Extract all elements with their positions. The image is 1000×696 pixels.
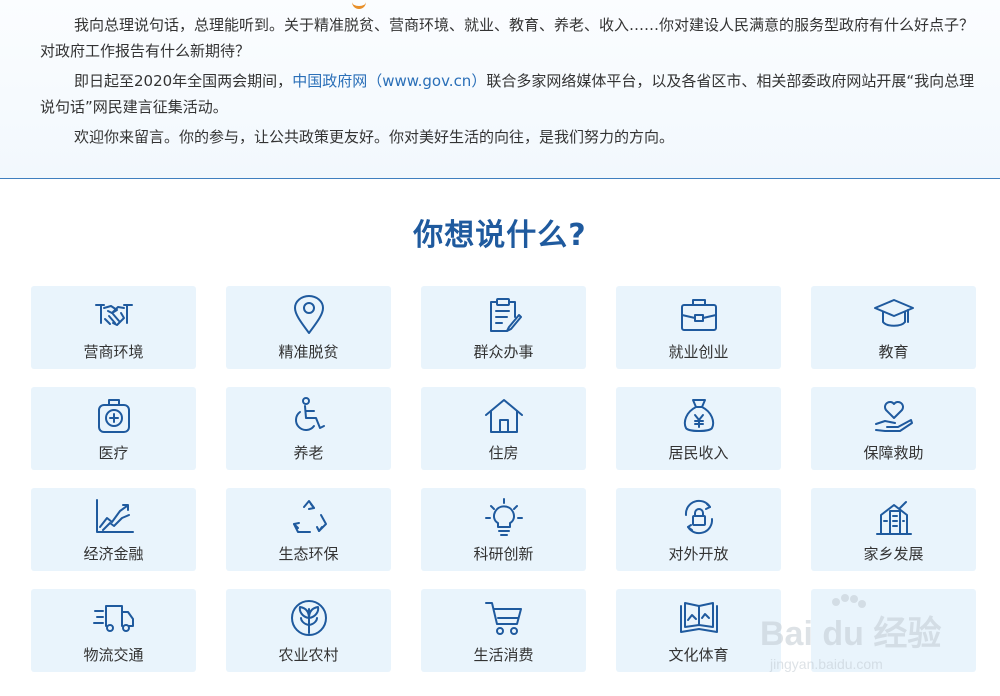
- handshake-icon: [93, 295, 135, 335]
- leaf-circle-icon: [288, 598, 330, 638]
- graduation-cap-icon: [873, 295, 915, 335]
- category-label: 保障救助: [863, 444, 924, 462]
- category-label: 生态环保: [278, 545, 339, 563]
- category-opening-up[interactable]: 对外开放: [616, 488, 781, 571]
- category-business-environment[interactable]: 营商环境: [31, 286, 196, 369]
- category-poverty-alleviation[interactable]: 精准脱贫: [226, 286, 391, 369]
- house-icon: [483, 396, 525, 436]
- intro-paragraph-2: 即日起至2020年全国两会期间，中国政府网（www.gov.cn）联合多家网络媒…: [40, 68, 980, 120]
- recycle-icon: [288, 497, 330, 537]
- decorative-swoosh: [352, 0, 366, 9]
- briefcase-icon: [678, 295, 720, 335]
- intro-paragraph-3: 欢迎你来留言。你的参与，让公共政策更友好。你对美好生活的向往，是我们努力的方向。: [40, 124, 980, 150]
- medical-kit-icon: [93, 396, 135, 436]
- category-label: 文化体育: [668, 646, 729, 664]
- category-hometown-development[interactable]: 家乡发展: [811, 488, 976, 571]
- category-consumption[interactable]: 生活消费: [421, 589, 586, 672]
- category-public-services[interactable]: 群众办事: [421, 286, 586, 369]
- category-social-security[interactable]: 保障救助: [811, 387, 976, 470]
- category-research-innovation[interactable]: 科研创新: [421, 488, 586, 571]
- category-label: 农业农村: [278, 646, 339, 664]
- category-resident-income[interactable]: 居民收入: [616, 387, 781, 470]
- buildings-icon: [873, 497, 915, 537]
- clipboard-pen-icon: [483, 295, 525, 335]
- category-label: 科研创新: [473, 545, 534, 563]
- category-label: 养老: [293, 444, 324, 462]
- category-housing[interactable]: 住房: [421, 387, 586, 470]
- category-label: 生活消费: [473, 646, 534, 664]
- trend-chart-icon: [93, 497, 135, 537]
- category-label: 对外开放: [668, 545, 729, 563]
- category-label: 居民收入: [668, 444, 729, 462]
- category-elderly-care[interactable]: 养老: [226, 387, 391, 470]
- intro-panel: 我向总理说句话，总理能听到。关于精准脱贫、营商环境、就业、教育、养老、收入……你…: [0, 0, 1000, 179]
- globe-lock-icon: [678, 497, 720, 537]
- category-ecology[interactable]: 生态环保: [226, 488, 391, 571]
- shopping-cart-icon: [483, 598, 525, 638]
- heart-hand-icon: [873, 396, 915, 436]
- intro-text-1: 我向总理说句话，总理能听到。关于精准脱贫、营商环境、就业、教育、养老、收入……你…: [40, 16, 975, 60]
- category-label: 家乡发展: [863, 545, 924, 563]
- category-healthcare[interactable]: 医疗: [31, 387, 196, 470]
- category-more[interactable]: [811, 589, 976, 672]
- category-culture-sports[interactable]: 文化体育: [616, 589, 781, 672]
- location-pin-icon: [288, 295, 330, 335]
- category-grid: 营商环境 精准脱贫 群众办事 就业创业 教育 医疗 养老 住房 居民收入 保障救…: [31, 286, 977, 672]
- category-label: 医疗: [98, 444, 129, 462]
- gov-site-link[interactable]: 中国政府网（www.gov.cn）: [292, 72, 486, 90]
- lightbulb-icon: [483, 497, 525, 537]
- intro-paragraph-1: 我向总理说句话，总理能听到。关于精准脱贫、营商环境、就业、教育、养老、收入……你…: [40, 12, 980, 64]
- category-employment[interactable]: 就业创业: [616, 286, 781, 369]
- category-logistics-transport[interactable]: 物流交通: [31, 589, 196, 672]
- category-economy-finance[interactable]: 经济金融: [31, 488, 196, 571]
- category-label: 物流交通: [83, 646, 144, 664]
- category-label: 精准脱贫: [278, 343, 339, 361]
- category-label: 就业创业: [668, 343, 729, 361]
- open-book-icon: [678, 598, 720, 638]
- category-agriculture-rural[interactable]: 农业农村: [226, 589, 391, 672]
- delivery-truck-icon: [92, 598, 135, 638]
- category-label: 教育: [878, 343, 909, 361]
- intro-text-2a: 即日起至2020年全国两会期间，: [74, 72, 293, 90]
- money-bag-icon: [678, 396, 720, 436]
- category-label: 群众办事: [473, 343, 534, 361]
- category-education[interactable]: 教育: [811, 286, 976, 369]
- section-title: 你想说什么?: [413, 218, 587, 253]
- category-label: 经济金融: [83, 545, 144, 563]
- category-label: 住房: [488, 444, 519, 462]
- intro-text-3: 欢迎你来留言。你的参与，让公共政策更友好。你对美好生活的向往，是我们努力的方向。: [74, 128, 675, 146]
- wheelchair-icon: [288, 396, 330, 436]
- category-label: 营商环境: [83, 343, 144, 361]
